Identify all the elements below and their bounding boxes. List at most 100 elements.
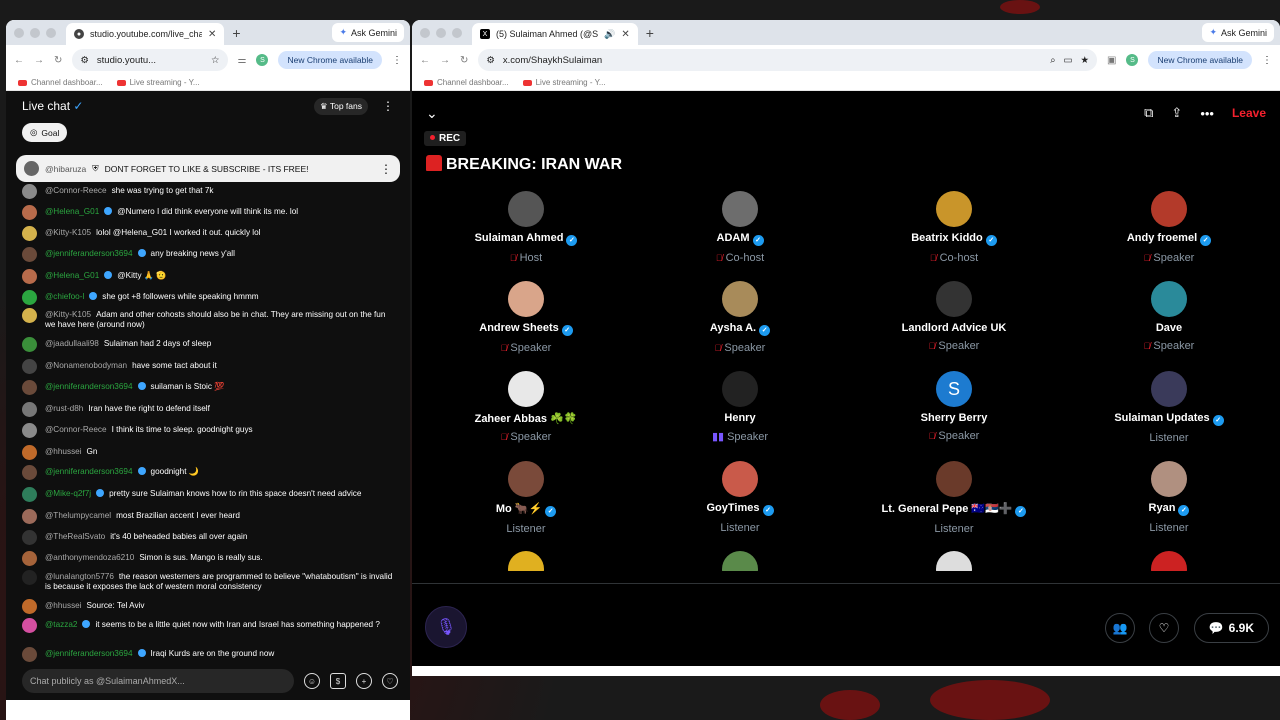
heart-icon[interactable]: ♡ xyxy=(382,673,398,689)
add-icon[interactable]: + xyxy=(356,673,372,689)
people-icon[interactable]: 👥 xyxy=(1105,613,1135,643)
new-chrome-button[interactable]: New Chrome available xyxy=(278,51,382,69)
avatar[interactable] xyxy=(936,281,972,317)
avatar[interactable] xyxy=(508,191,544,227)
window-controls[interactable] xyxy=(14,27,56,38)
avatar[interactable] xyxy=(22,487,37,502)
chat-username[interactable]: @chiefoo-l xyxy=(45,292,84,301)
participant[interactable] xyxy=(426,551,626,571)
participant[interactable]: ADAM ✓ 🎙̸ Co-host xyxy=(640,191,840,264)
bookmark-item[interactable]: Channel dashboar... xyxy=(424,78,509,87)
ask-gemini-button[interactable]: ✦ Ask Gemini xyxy=(332,23,404,42)
forward-icon[interactable]: → xyxy=(34,55,44,66)
chat-username[interactable]: @jenniferanderson3694 xyxy=(45,382,133,391)
chat-username[interactable]: @Kitty-K105 xyxy=(45,310,91,319)
back-icon[interactable]: ← xyxy=(420,55,430,66)
site-info-icon[interactable]: ⚙ xyxy=(486,55,495,66)
avatar[interactable] xyxy=(22,247,37,262)
bookmark-item[interactable]: Live streaming - Y... xyxy=(116,78,200,87)
bookmark-star-icon[interactable]: ☆ xyxy=(211,55,220,66)
close-tab-icon[interactable]: ✕ xyxy=(621,29,629,40)
avatar[interactable] xyxy=(22,402,37,417)
avatar[interactable] xyxy=(22,445,37,460)
new-tab-button[interactable]: + xyxy=(232,25,240,41)
avatar[interactable] xyxy=(936,191,972,227)
chat-username[interactable]: @hhussei xyxy=(45,601,82,610)
new-chrome-button[interactable]: New Chrome available xyxy=(1148,51,1252,69)
avatar[interactable] xyxy=(508,371,544,407)
chat-username[interactable]: @TheRealSvato xyxy=(45,532,105,541)
reload-icon[interactable]: ↻ xyxy=(54,55,62,66)
avatar[interactable] xyxy=(936,461,972,497)
chat-username[interactable]: @rust-d8h xyxy=(45,404,83,413)
avatar[interactable] xyxy=(22,380,37,395)
participant[interactable] xyxy=(640,551,840,571)
reload-icon[interactable]: ↻ xyxy=(460,55,468,66)
browser-tab[interactable]: ● studio.youtube.com/live_chat ✕ xyxy=(66,23,225,45)
avatar[interactable] xyxy=(722,281,758,317)
participant[interactable]: Lt. General Pepe 🇦🇺🇷🇸➕ ✓ Listener xyxy=(854,461,1054,535)
cast-icon[interactable]: ▭ xyxy=(1064,55,1073,66)
collapse-icon[interactable]: ⌄ xyxy=(426,105,438,122)
avatar[interactable] xyxy=(22,423,37,438)
participant[interactable]: Andrew Sheets ✓ 🎙̸ Speaker xyxy=(426,281,626,354)
participant[interactable]: Landlord Advice UK 🎙̸ Speaker xyxy=(854,281,1054,352)
chat-username[interactable]: @jenniferanderson3694 xyxy=(45,649,133,658)
chat-username[interactable]: @Connor-Reece xyxy=(45,186,107,195)
address-bar[interactable]: ⚙ studio.youtu... ☆ xyxy=(72,49,228,71)
avatar[interactable] xyxy=(1151,371,1187,407)
avatar[interactable] xyxy=(722,461,758,497)
participant[interactable] xyxy=(854,551,1054,571)
avatar[interactable] xyxy=(22,530,37,545)
forward-icon[interactable]: → xyxy=(440,55,450,66)
chat-username[interactable]: @jenniferanderson3694 xyxy=(45,249,133,258)
avatar[interactable] xyxy=(508,551,544,571)
listener-count-button[interactable]: 💬 6.9K xyxy=(1193,613,1269,643)
bookmark-item[interactable]: Channel dashboar... xyxy=(18,78,103,87)
avatar[interactable] xyxy=(508,281,544,317)
avatar[interactable] xyxy=(1151,461,1187,497)
avatar[interactable] xyxy=(22,308,37,323)
participant[interactable]: S Sherry Berry 🎙̸ Speaker xyxy=(854,371,1054,442)
pinned-menu-icon[interactable]: ⋮ xyxy=(380,162,392,176)
participant[interactable]: Ryan ✓ Listener xyxy=(1069,461,1269,534)
ask-gemini-button[interactable]: ✦ Ask Gemini xyxy=(1202,23,1274,42)
participant[interactable]: GoyTimes ✓ Listener xyxy=(640,461,840,534)
react-icon[interactable]: ♡ xyxy=(1149,613,1179,643)
participant[interactable]: Aysha A. ✓ 🎙̸ Speaker xyxy=(640,281,840,354)
extensions-icon[interactable]: ⚌ xyxy=(238,55,247,66)
avatar[interactable] xyxy=(1151,191,1187,227)
more-menu-icon[interactable]: ⋮ xyxy=(392,55,402,66)
avatar[interactable] xyxy=(22,205,37,220)
avatar[interactable]: S xyxy=(936,371,972,407)
super-chat-icon[interactable]: $ xyxy=(330,673,346,689)
browser-tab[interactable]: X (5) Sulaiman Ahmed (@S 🔊 ✕ xyxy=(472,23,638,45)
participant[interactable] xyxy=(1069,551,1269,571)
pinned-username[interactable]: @hibaruza xyxy=(45,164,86,174)
avatar[interactable] xyxy=(22,359,37,374)
participant[interactable]: Mo 🐂⚡ ✓ Listener xyxy=(426,461,626,535)
participant[interactable]: Sulaiman Updates ✓ Listener xyxy=(1069,371,1269,444)
chat-username[interactable]: @Helena_G01 xyxy=(45,207,99,216)
participant[interactable]: Dave 🎙̸ Speaker xyxy=(1069,281,1269,352)
leave-button[interactable]: Leave xyxy=(1232,106,1266,120)
bookmark-item[interactable]: Live streaming - Y... xyxy=(522,78,606,87)
participant[interactable]: Sulaiman Ahmed ✓ 🎙̸ Host xyxy=(426,191,626,264)
avatar[interactable] xyxy=(22,509,37,524)
address-bar[interactable]: ⚙ x.com/ShaykhSulaiman ⌕ ▭ ★ xyxy=(478,49,1098,71)
window-controls[interactable] xyxy=(420,27,462,38)
avatar[interactable] xyxy=(22,647,37,662)
chat-username[interactable]: @jaadullaali98 xyxy=(45,339,99,348)
chat-username[interactable]: @Kitty-K105 xyxy=(45,228,91,237)
zoom-icon[interactable]: ⌕ xyxy=(1050,55,1055,66)
avatar[interactable] xyxy=(22,269,37,284)
profile-avatar[interactable]: S xyxy=(1126,54,1139,66)
share-icon[interactable]: ⇪ xyxy=(1171,105,1182,121)
top-fans-button[interactable]: ♛ Top fans xyxy=(314,97,368,115)
avatar[interactable] xyxy=(1151,281,1187,317)
avatar[interactable] xyxy=(22,551,37,566)
new-tab-button[interactable]: + xyxy=(646,25,654,41)
goal-chip[interactable]: ◎ Goal xyxy=(22,123,68,142)
chat-username[interactable]: @hhussei xyxy=(45,447,82,456)
avatar[interactable] xyxy=(936,551,972,571)
